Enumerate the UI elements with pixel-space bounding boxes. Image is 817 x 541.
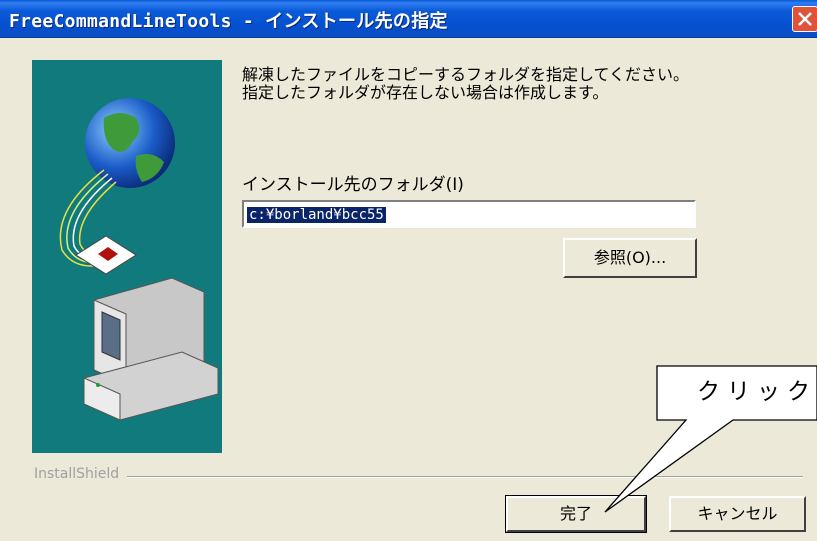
callout-text: クリック <box>697 379 817 405</box>
click-callout <box>604 365 817 513</box>
setup-dialog: FreeCommandLineTools - インストール先の指定 解凍したファ… <box>0 0 817 541</box>
